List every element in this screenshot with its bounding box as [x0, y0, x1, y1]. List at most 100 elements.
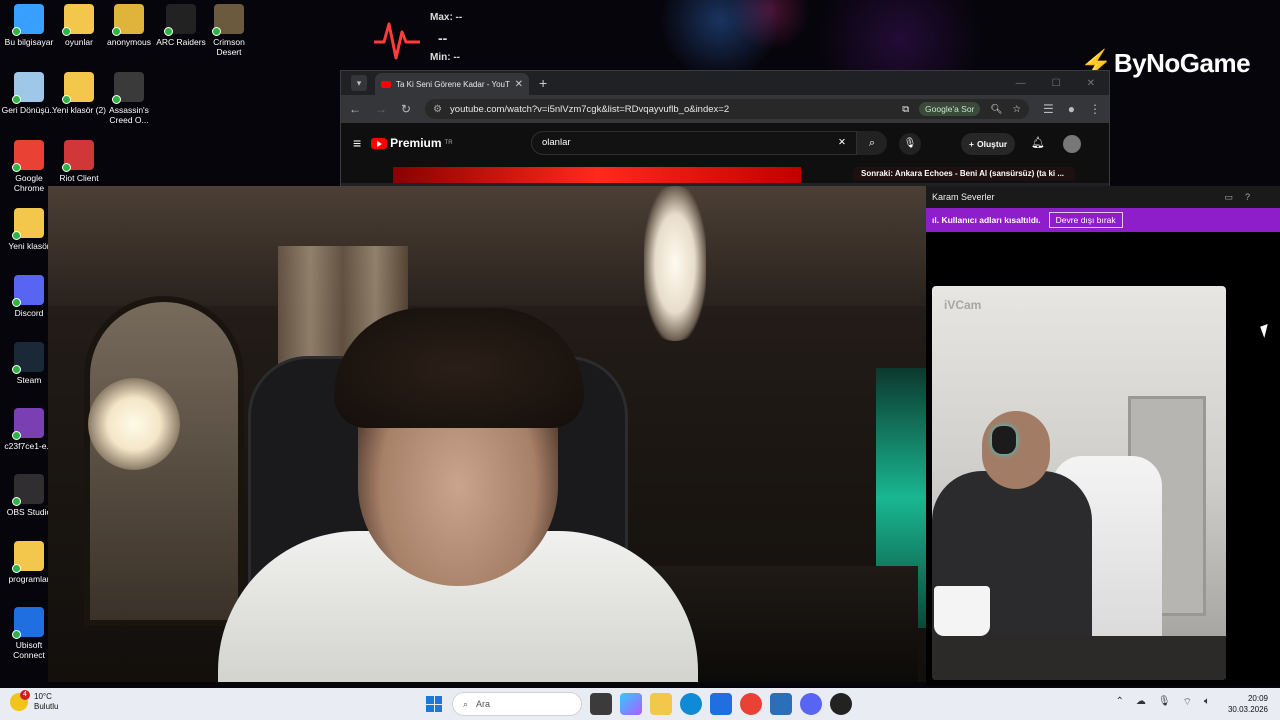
copilot-icon[interactable]: [620, 693, 642, 715]
app-icon: [12, 140, 44, 172]
zoom-search-icon[interactable]: 🔍︎: [990, 104, 1002, 115]
profile-icon[interactable]: ●: [1068, 102, 1075, 116]
desktop-icon[interactable]: Riot Client: [50, 140, 108, 183]
notifications-bell-icon[interactable]: 🔔︎: [1031, 136, 1045, 149]
photos-icon[interactable]: [770, 693, 792, 715]
app-icon: [12, 275, 44, 307]
panel-title: Karam Severler: [932, 192, 995, 202]
panel-header: Karam Severler ▭ ?: [926, 186, 1280, 208]
app-icon: [12, 541, 44, 573]
install-icon[interactable]: ⧉: [902, 104, 909, 115]
bookmark-star-icon[interactable]: ☆: [1012, 104, 1021, 115]
taskbar-apps: ⌕ Ara: [424, 692, 852, 716]
date: 30.03.2026: [1227, 705, 1268, 714]
app-icon: [12, 607, 44, 639]
taskbar-search[interactable]: ⌕ Ara: [452, 692, 582, 716]
search-placeholder: Ara: [476, 699, 491, 709]
new-tab-button[interactable]: +: [539, 75, 547, 91]
extensions-icon[interactable]: ☰: [1043, 102, 1054, 116]
sync-check-icon: [112, 27, 121, 36]
window-controls: — ☐ ✕: [1016, 78, 1109, 95]
wifi-icon[interactable]: ⌔: [1183, 696, 1192, 709]
notification-badge: 4: [20, 690, 30, 700]
notice-banner: ıl. Kullanıcı adları kısaltıldı. Devre d…: [926, 208, 1280, 232]
app-icon: [112, 4, 144, 36]
microphone-tray-icon[interactable]: 🎙︎: [1158, 696, 1171, 709]
file-explorer-icon[interactable]: [650, 693, 672, 715]
browser-window[interactable]: ▾ Ta Ki Seni Görene Kadar - YouTube ✕ + …: [340, 70, 1110, 190]
help-icon[interactable]: ?: [1245, 192, 1250, 203]
app-icon: [12, 408, 44, 440]
onedrive-icon[interactable]: ☁: [1136, 696, 1146, 709]
sync-check-icon: [62, 95, 71, 104]
desktop-icon[interactable]: anonymous: [100, 4, 158, 47]
back-icon[interactable]: ←: [349, 102, 361, 116]
omnibar: ← → ↻ ⚙ youtube.com/watch?v=i5nlVzm7cgk&…: [341, 95, 1109, 123]
youtube-content: Sonraki: Ankara Echoes - Beni Al (sansür…: [341, 163, 1109, 183]
desktop-icon-label: anonymous: [107, 37, 151, 47]
search-button[interactable]: ⌕: [857, 131, 887, 155]
video-player[interactable]: [393, 167, 801, 183]
sync-check-icon: [62, 27, 71, 36]
desktop-icon[interactable]: Assassin's Creed O...: [100, 72, 158, 125]
up-next-banner[interactable]: Sonraki: Ankara Echoes - Beni Al (sansür…: [853, 167, 1075, 181]
weather-condition: Bulutlu: [34, 702, 59, 711]
app-icon: [12, 342, 44, 374]
clear-search-icon[interactable]: ✕: [838, 137, 846, 149]
task-view-icon[interactable]: [590, 693, 612, 715]
heart-pulse-icon: [374, 22, 420, 60]
clock[interactable]: 20:09 30.03.2026: [1228, 693, 1268, 715]
app-icon: [12, 72, 44, 104]
mug: [934, 586, 990, 636]
url-text: youtube.com/watch?v=i5nlVzm7cgk&list=RDv…: [450, 103, 730, 115]
app-icon: [12, 208, 44, 240]
discord-icon[interactable]: [800, 693, 822, 715]
edge-icon[interactable]: [680, 693, 702, 715]
disable-button[interactable]: Devre dışı bırak: [1048, 212, 1123, 228]
app-icon: [62, 140, 94, 172]
google-sor-button[interactable]: Google'a Sor: [919, 102, 981, 116]
hamburger-menu-icon[interactable]: ≡: [353, 135, 361, 151]
maximize-icon[interactable]: ☐: [1052, 78, 1061, 89]
start-button[interactable]: [424, 694, 444, 714]
desktop-icon[interactable]: Crimson Desert: [200, 4, 258, 57]
sync-check-icon: [12, 630, 21, 639]
address-bar[interactable]: ⚙ youtube.com/watch?v=i5nlVzm7cgk&list=R…: [425, 99, 1029, 119]
desktop-icon-label: Assassin's Creed O...: [109, 105, 149, 125]
site-info-icon[interactable]: ⚙: [433, 104, 442, 115]
avatar[interactable]: [1063, 135, 1081, 153]
popout-icon[interactable]: ▭: [1224, 192, 1233, 203]
weather-icon: 4: [10, 690, 30, 711]
sync-check-icon: [62, 163, 71, 172]
browser-tab[interactable]: Ta Ki Seni Görene Kadar - YouTube ✕: [375, 73, 529, 95]
close-tab-icon[interactable]: ✕: [515, 79, 523, 90]
chrome-icon[interactable]: [740, 693, 762, 715]
app-icon[interactable]: [830, 693, 852, 715]
tab-bar: ▾ Ta Ki Seni Görene Kadar - YouTube ✕ + …: [341, 71, 1109, 95]
sync-check-icon: [12, 27, 21, 36]
guest-webcam-feed: iVCam: [932, 286, 1226, 680]
youtube-favicon-icon: [381, 80, 391, 88]
video-call-panel: Karam Severler ▭ ? ıl. Kullanıcı adları …: [926, 186, 1280, 686]
reload-icon[interactable]: ↻: [401, 102, 411, 116]
youtube-search-input[interactable]: olanlar ✕: [531, 131, 857, 155]
volume-icon[interactable]: 🔈︎: [1204, 696, 1210, 709]
tab-search-button[interactable]: ▾: [351, 75, 367, 91]
store-icon[interactable]: [710, 693, 732, 715]
app-icon: [62, 72, 94, 104]
close-window-icon[interactable]: ✕: [1087, 78, 1095, 89]
weather-widget[interactable]: 4 10°C Bulutlu: [10, 690, 59, 712]
youtube-premium-logo[interactable]: Premium TR: [371, 136, 453, 150]
youtube-header: ≡ Premium TR olanlar ✕ ⌕ 🎙︎ + Oluştur 🔔︎: [341, 123, 1109, 163]
browser-menu-icon[interactable]: ⋮: [1089, 102, 1101, 116]
create-button[interactable]: + Oluştur: [961, 133, 1016, 155]
sync-check-icon: [164, 27, 173, 36]
forward-icon[interactable]: →: [375, 102, 387, 116]
heart-value: --: [438, 30, 448, 46]
minimize-icon[interactable]: —: [1016, 78, 1026, 89]
time: 20:09: [1247, 694, 1268, 703]
microphone-icon[interactable]: 🎙︎: [899, 133, 921, 155]
chevron-up-icon[interactable]: ⌃: [1116, 696, 1124, 709]
sync-check-icon: [12, 365, 21, 374]
heart-max: Max: --: [430, 12, 463, 23]
